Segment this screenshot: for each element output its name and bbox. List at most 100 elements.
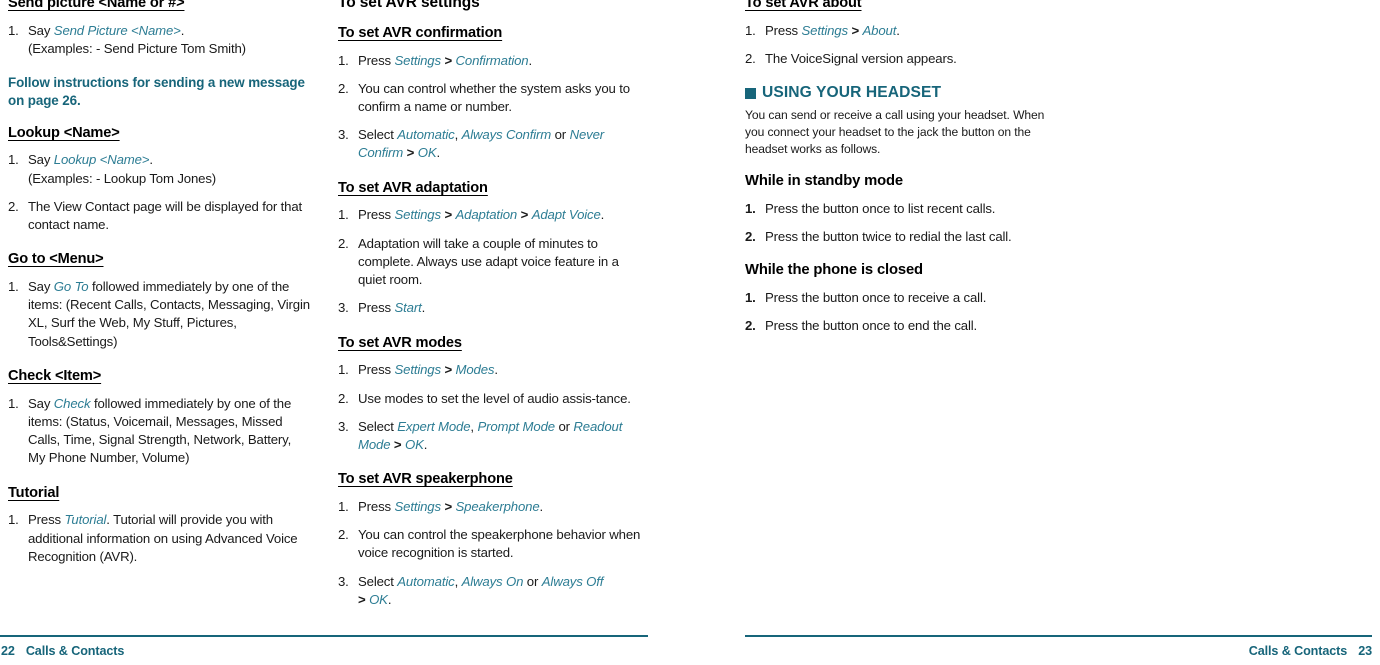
subsection-heading: To set AVR adaptation xyxy=(338,179,488,196)
step-number: 1. xyxy=(338,362,349,378)
footer-rule xyxy=(745,635,1372,637)
instruction-step: 2. Adaptation will take a couple of minut… xyxy=(338,235,641,290)
instruction-step: 3. Select Automatic, Always On or Always … xyxy=(338,573,641,609)
instruction-step: 3. Select Automatic, Always Confirm or Ne… xyxy=(338,126,641,162)
step-number: 2. xyxy=(338,527,349,543)
instruction-step: 1. Press Settings > About. xyxy=(745,22,1048,40)
step-number: 2. xyxy=(338,235,349,251)
instruction-step: 2. Press the button twice to redial the l… xyxy=(745,228,1048,246)
step-text: Press Settings > Speakerphone. xyxy=(358,499,544,514)
step-text: Select Automatic, Always Confirm or Neve… xyxy=(358,127,605,161)
step-text: You can control the speakerphone behavio… xyxy=(358,527,641,561)
step-number: 1. xyxy=(338,52,349,68)
step-text: Press Settings > Modes. xyxy=(358,362,498,378)
instruction-step: 1. Press Settings > Confirmation. xyxy=(338,52,641,70)
left-page-columns: Send picture <Name or #> 1. Say Send Pictu… xyxy=(0,0,690,609)
instruction-list: 1. Press the button once to receive a cal… xyxy=(745,289,1048,335)
step-text: Press the button twice to redial the las… xyxy=(765,228,1012,244)
step-number: 3. xyxy=(338,418,349,434)
footer-right: Calls & Contacts 23 xyxy=(690,635,1380,665)
instruction-list: 1. Press Tutorial. Tutorial will provide … xyxy=(8,511,311,566)
step-number: 1. xyxy=(8,512,19,528)
step-number: 1. xyxy=(8,152,19,168)
subsection-heading: While the phone is closed xyxy=(745,262,923,279)
step-text: Say Check followed immediately by one of… xyxy=(28,395,292,466)
step-number: 1. xyxy=(8,22,19,38)
instruction-step: 1. Say Send Picture <Name>. (Examples: - S… xyxy=(8,22,311,58)
instruction-list: 1. Press Settings > Modes. 2. Use modes to … xyxy=(338,361,641,454)
subsection-heading: Go to <Menu> xyxy=(8,251,104,268)
step-number: 1. xyxy=(8,279,19,295)
footer-title: Calls & Contacts xyxy=(25,644,125,658)
footer-text-left: 22 Calls & Contacts xyxy=(1,644,124,658)
chapter-heading-label: USING YOUR HEADSET xyxy=(762,84,942,102)
instruction-step: 1. Press Tutorial. Tutorial will provide … xyxy=(8,511,311,566)
step-text: Say Go To followed immediately by one of… xyxy=(28,279,310,349)
instruction-list: 1. Press Settings > Adaptation > Adapt Vo… xyxy=(338,206,641,317)
instruction-step: 2. The VoiceSignal version appears. xyxy=(745,50,1048,68)
step-text: Select Automatic, Always On or Always Of… xyxy=(358,573,604,607)
step-number: 1. xyxy=(338,499,349,514)
instruction-list: 1. Press the button once to list recent c… xyxy=(745,200,1048,246)
column-3: To set AVR about 1. Press Settings > About… xyxy=(745,0,1048,336)
step-number: 1. xyxy=(745,290,756,306)
step-text: Use modes to set the level of audio assi… xyxy=(358,390,631,406)
step-number: 2. xyxy=(338,80,349,96)
chapter-heading: USING YOUR HEADSET xyxy=(745,84,1048,102)
step-text: Press Settings > About. xyxy=(765,22,900,38)
step-number: 1. xyxy=(745,200,756,216)
square-bullet-icon xyxy=(745,87,756,99)
subsection-heading: To set AVR speakerphone xyxy=(338,471,513,488)
subsection-heading: Send picture <Name or #> xyxy=(8,0,185,11)
step-text: Press Tutorial. Tutorial will provide yo… xyxy=(28,512,298,564)
instruction-step: 1. Press Settings > Modes. xyxy=(338,361,641,379)
step-number: 2. xyxy=(745,228,756,244)
step-text: You can control whether the system asks … xyxy=(358,80,630,115)
page-spread: Send picture <Name or #> 1. Say Send Pictu… xyxy=(0,0,1380,665)
instruction-step: 2. Use modes to set the level of audio as… xyxy=(338,390,641,408)
step-number: 1. xyxy=(338,207,349,223)
step-text: Press Start. xyxy=(358,300,426,316)
intro-paragraph: You can send or receive a call using you… xyxy=(745,108,1045,157)
instruction-step: 2. You can control whether the system ask… xyxy=(338,80,641,116)
step-number: 3. xyxy=(338,127,349,143)
instruction-step: 1. Press Settings > Adaptation > Adapt Vo… xyxy=(338,206,641,224)
instruction-step: 1. Press the button once to list recent c… xyxy=(745,200,1048,218)
callout-note: Follow instructions for sending a new me… xyxy=(8,75,305,108)
step-text: Press the button once to end the call. xyxy=(765,318,978,334)
instruction-list: 1. Say Check followed immediately by one … xyxy=(8,395,311,468)
step-text: Adaptation will take a couple of minutes… xyxy=(358,235,619,288)
instruction-step: 3. Select Expert Mode, Prompt Mode or Rea… xyxy=(338,418,641,454)
subsection-heading: Lookup <Name> xyxy=(8,124,120,141)
step-number: 1. xyxy=(8,395,19,411)
subsection-heading: While in standby mode xyxy=(745,172,903,189)
step-text: The View Contact page will be displayed … xyxy=(28,198,303,233)
instruction-list: 1. Press Settings > Confirmation. 2. You ca… xyxy=(338,52,641,163)
step-text: Say Lookup <Name>. (Examples: - Lookup To… xyxy=(28,152,217,186)
instruction-list: 1. Press Settings > About. 2. The VoiceSign… xyxy=(745,22,1048,68)
instruction-step: 1. Say Lookup <Name>. (Examples: - Lookup … xyxy=(8,151,311,187)
instruction-step: 1. Press Settings > Speakerphone. xyxy=(338,498,641,516)
step-number: 2. xyxy=(745,51,756,66)
step-text: Say Send Picture <Name>. (Examples: - Sen… xyxy=(28,22,246,56)
instruction-list: 1. Press Settings > Speakerphone. 2. You ca… xyxy=(338,498,641,609)
section-heading: To set AVR settings xyxy=(338,0,480,11)
instruction-step: 2. The View Contact page will be displaye… xyxy=(8,198,311,234)
instruction-step: 1. Say Check followed immediately by one … xyxy=(8,395,311,468)
step-text: Press the button once to receive a call. xyxy=(765,290,987,306)
step-number: 3. xyxy=(338,573,349,589)
instruction-list: 1. Say Go To followed immediately by one … xyxy=(8,278,311,351)
step-number: 3. xyxy=(338,300,349,316)
instruction-step: 1. Press the button once to receive a cal… xyxy=(745,289,1048,307)
instruction-step: 2. Press the button once to end the call. xyxy=(745,317,1048,335)
step-text: Select Expert Mode, Prompt Mode or Reado… xyxy=(358,418,623,452)
subsection-heading: To set AVR about xyxy=(745,0,862,11)
column-2: To set AVR settings To set AVR confirmati… xyxy=(338,0,641,609)
step-number: 1. xyxy=(745,22,756,38)
